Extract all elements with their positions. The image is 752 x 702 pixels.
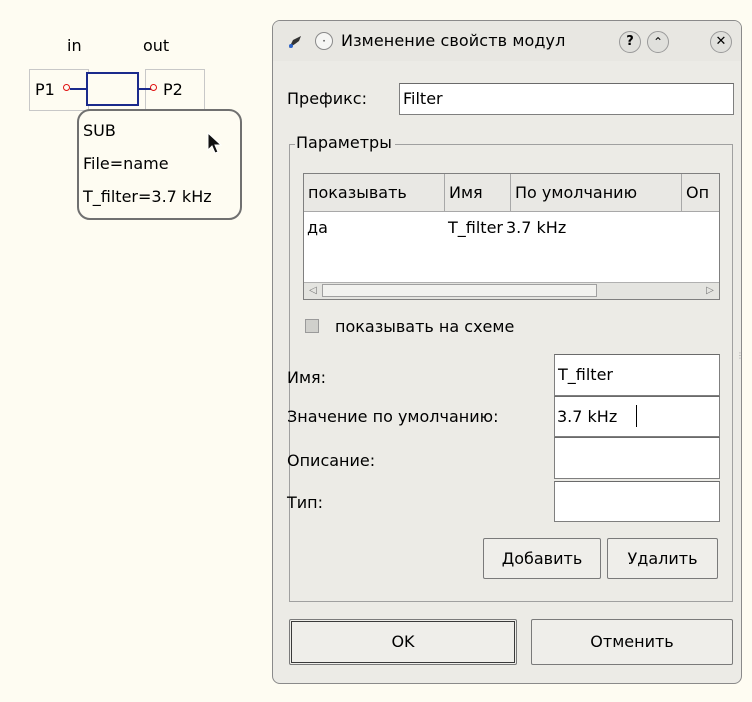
description-label: Описание: — [287, 451, 376, 470]
pin-window-button[interactable]: · — [315, 32, 333, 50]
cancel-button[interactable]: Отменить — [531, 619, 733, 665]
name-label: Имя: — [287, 368, 327, 387]
pin-in-label: in — [67, 36, 82, 55]
prefix-input[interactable]: Filter — [399, 83, 734, 115]
scroll-right-icon[interactable]: ▷ — [701, 284, 719, 298]
resize-grip-icon[interactable]: ⋮ — [736, 351, 741, 365]
component-param: T_filter=3.7 kHz — [83, 187, 212, 206]
component-name: SUB — [83, 121, 116, 140]
pin-p2-dot — [150, 84, 157, 91]
column-header-description[interactable]: Оп — [682, 174, 719, 212]
wire-left — [70, 88, 87, 90]
subcircuit-symbol[interactable] — [86, 72, 139, 106]
description-input[interactable] — [554, 437, 720, 479]
close-icon[interactable]: ✕ — [710, 31, 732, 53]
column-header-show[interactable]: показывать — [304, 174, 445, 212]
app-icon[interactable] — [287, 34, 303, 50]
horizontal-scrollbar[interactable]: ◁ ▷ — [304, 282, 719, 299]
port-p1-label: P1 — [35, 80, 55, 99]
pin-p1-dot — [63, 84, 70, 91]
scroll-left-icon[interactable]: ◁ — [304, 284, 322, 298]
shade-icon[interactable]: ⌃ — [647, 31, 669, 53]
text-caret — [636, 405, 637, 427]
column-header-default[interactable]: По умолчанию — [511, 174, 682, 212]
add-button[interactable]: Добавить — [483, 538, 601, 579]
prefix-label: Префикс: — [287, 89, 367, 108]
parameters-group-title: Параметры — [295, 133, 395, 152]
table-cell-show[interactable]: да — [307, 218, 328, 237]
show-on-schematic-checkbox[interactable] — [305, 319, 319, 333]
column-header-name[interactable]: Имя — [445, 174, 511, 212]
table-cell-default[interactable]: 3.7 kHz — [506, 218, 566, 237]
port-p2-label: P2 — [163, 80, 183, 99]
title-bar[interactable]: · Изменение свойств модул ? ⌃ ✕ — [273, 21, 741, 61]
default-value-label: Значение по умолчанию: — [287, 407, 499, 426]
table-cell-name[interactable]: T_filter — [448, 218, 503, 237]
component-file: File=name — [83, 154, 169, 173]
port-p1[interactable]: P1 — [29, 69, 89, 111]
name-input[interactable]: T_filter — [554, 354, 720, 396]
type-label: Тип: — [287, 493, 324, 512]
help-icon[interactable]: ? — [619, 31, 641, 53]
properties-dialog: · Изменение свойств модул ? ⌃ ✕ Префикс:… — [272, 20, 742, 684]
dialog-title: Изменение свойств модул — [341, 31, 566, 50]
parameters-table[interactable]: показывать Имя По умолчанию Оп да T_filt… — [303, 173, 720, 300]
pin-out-label: out — [143, 36, 170, 55]
type-input[interactable] — [554, 481, 720, 522]
ok-button[interactable]: OK — [289, 619, 517, 665]
default-value-input[interactable]: 3.7 kHz — [554, 396, 720, 437]
mouse-cursor-icon — [207, 132, 223, 154]
scrollbar-thumb[interactable] — [322, 284, 597, 297]
delete-button[interactable]: Удалить — [607, 538, 718, 579]
show-on-schematic-label: показывать на схеме — [335, 317, 515, 336]
